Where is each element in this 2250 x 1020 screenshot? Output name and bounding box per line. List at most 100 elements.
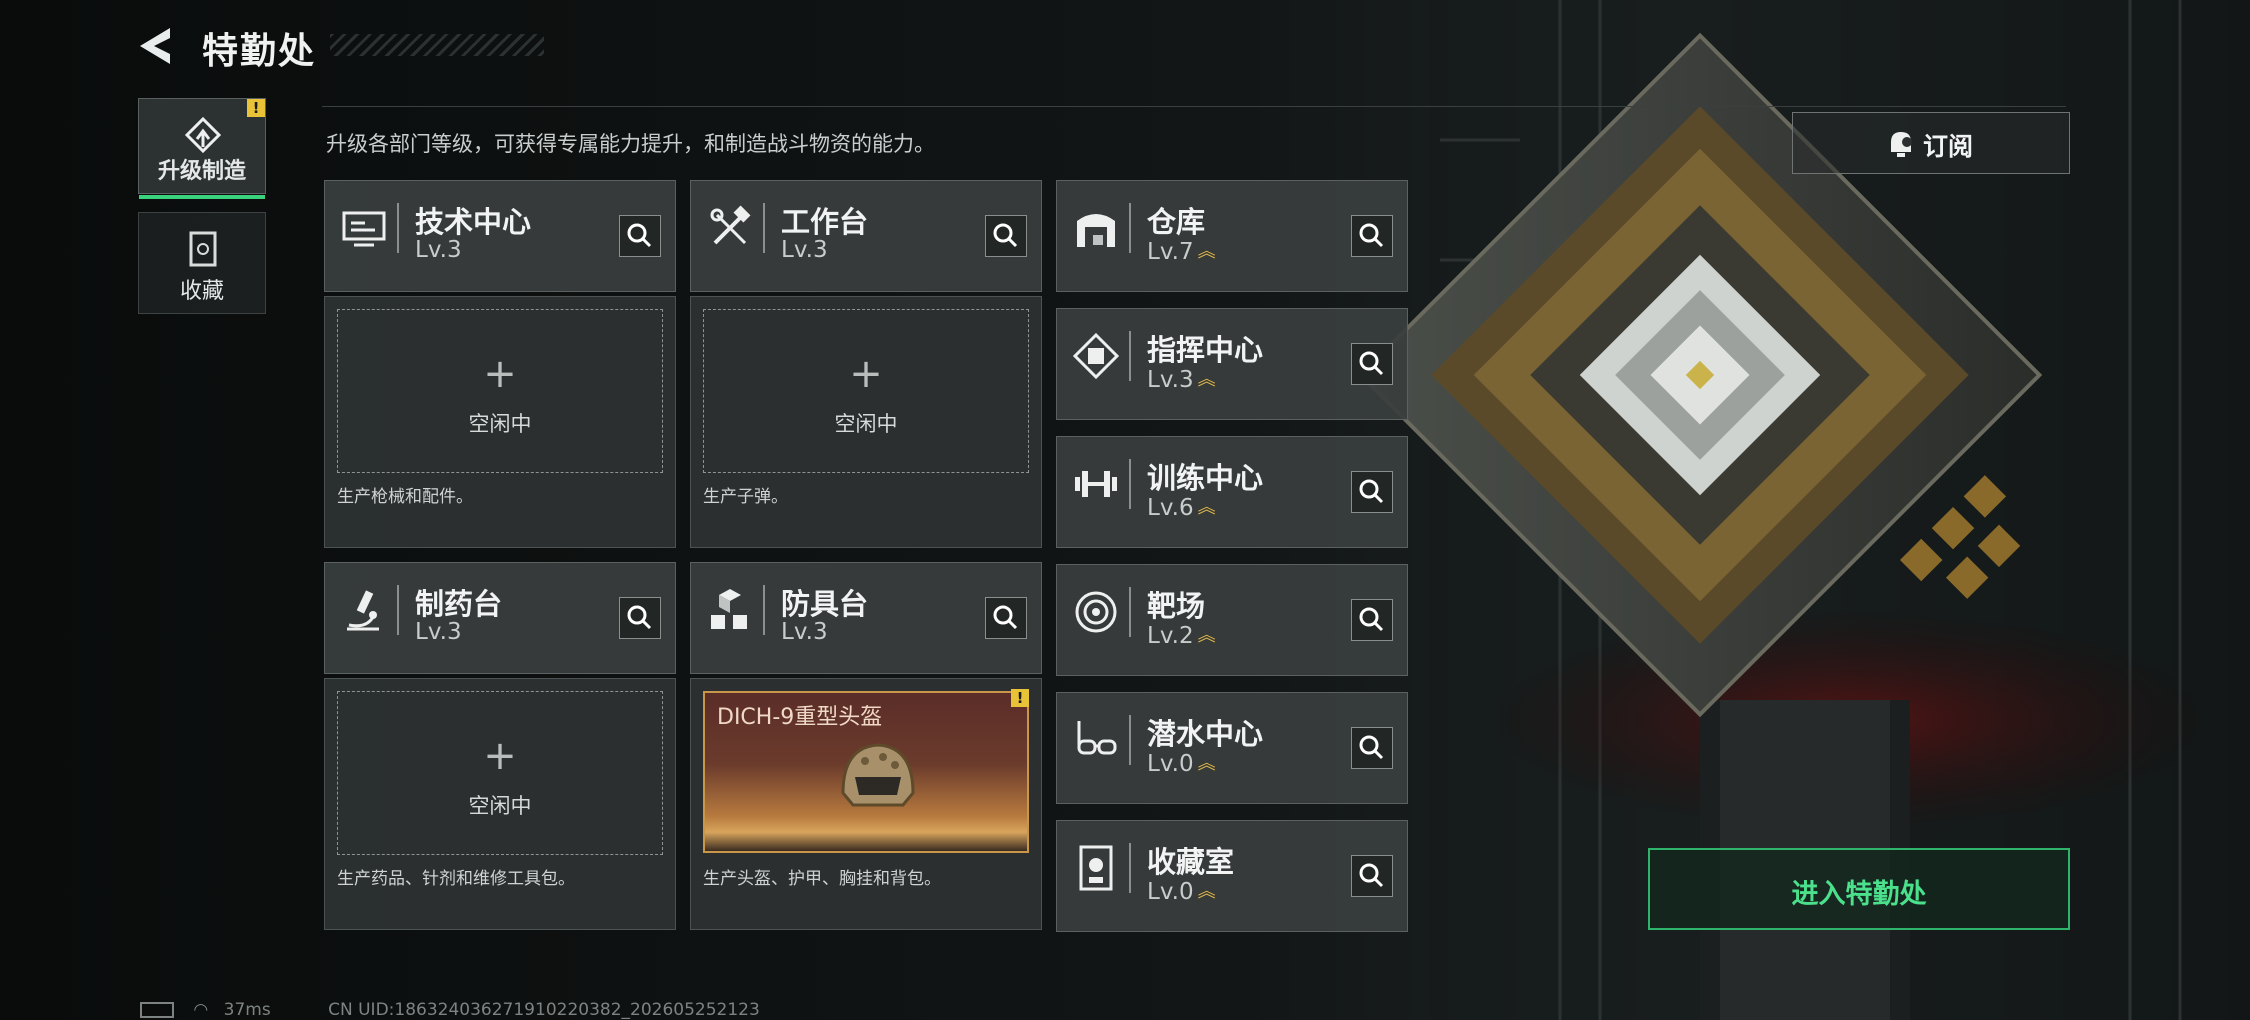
status-bar: ◠ 37ms CN UID:18632403627191022038​2_202… [140, 1000, 760, 1020]
facility-name: 技术中心 [415, 205, 532, 239]
target-icon [1075, 591, 1117, 633]
microscope-icon [347, 590, 379, 631]
production-item-card[interactable]: DICH-9重型头盔 [703, 691, 1029, 853]
enter-special-ops-button[interactable]: 进入特勤处 [1648, 848, 2070, 930]
title-decoration [330, 34, 544, 56]
separator [397, 585, 399, 635]
inspect-button[interactable] [1351, 215, 1393, 257]
add-icon: + [483, 351, 517, 397]
facility-card-tech-center[interactable]: 技术中心 Lv.3 [324, 180, 676, 292]
upgrade-available-icon: ︽ [1197, 497, 1216, 518]
upgrade-craft-icon [184, 117, 222, 154]
facility-card-diving-center[interactable]: 潜水中心 Lv.0 ︽ [1056, 692, 1408, 804]
facility-card-collection-room[interactable]: 收藏室 Lv.0 ︽ [1056, 820, 1408, 932]
inspect-button[interactable] [1351, 599, 1393, 641]
facility-level: Lv.3 [781, 237, 828, 263]
search-icon [993, 223, 1018, 248]
inspect-button[interactable] [985, 597, 1027, 639]
separator [1129, 331, 1131, 381]
slot-caption: 生产药品、针剂和维修工具包。 [337, 869, 575, 889]
warehouse-icon [1077, 214, 1115, 247]
facility-card-warehouse[interactable]: 仓库 Lv.7 ︽ [1056, 180, 1408, 292]
page-title: 特勤处 [202, 31, 317, 72]
facility-level: Lv.3 [415, 237, 462, 263]
facility-name: 收藏室 [1147, 845, 1235, 879]
upgrade-available-icon: ︽ [1197, 369, 1216, 390]
slot-status: 空闲中 [834, 412, 898, 436]
facility-name: 指挥中心 [1147, 333, 1264, 367]
product-name: DICH-9重型头盔 [717, 705, 883, 730]
production-slot[interactable]: + 空闲中 生产子弹。 [690, 296, 1042, 548]
separator [763, 585, 765, 635]
empty-slot-frame[interactable]: + 空闲中 [337, 309, 663, 473]
bell-icon [1891, 132, 1912, 157]
collection-case-icon [189, 231, 217, 267]
separator [1129, 715, 1131, 765]
inspect-button[interactable] [619, 215, 661, 257]
facility-card-shooting-range[interactable]: 靶场 Lv.2 ︽ [1056, 564, 1408, 676]
separator [1129, 843, 1131, 893]
upgrade-available-icon: ︽ [1197, 625, 1216, 646]
production-slot[interactable]: + 空闲中 生产药品、针剂和维修工具包。 [324, 678, 676, 930]
slot-caption: 生产子弹。 [703, 487, 788, 507]
hammer-wrench-icon [710, 205, 751, 245]
command-chip-icon [1072, 332, 1120, 380]
inspect-button[interactable] [985, 215, 1027, 257]
search-icon [993, 605, 1018, 630]
slot-status: 空闲中 [468, 412, 532, 436]
helmet-image [841, 743, 915, 807]
slot-caption: 生产枪械和配件。 [337, 487, 473, 507]
facility-name: 制药台 [415, 587, 503, 621]
facility-card-pharmacy[interactable]: 制药台 Lv.3 [324, 562, 676, 674]
empty-slot-frame[interactable]: + 空闲中 [703, 309, 1029, 473]
production-slot[interactable]: DICH-9重型头盔 ! 生产头盔、护甲、胸挂和背包。 [690, 678, 1042, 930]
facility-name: 靶场 [1147, 589, 1206, 623]
slot-status: 空闲中 [468, 794, 532, 818]
divider [322, 106, 2066, 107]
tab-label: 升级制造 [157, 159, 246, 184]
facility-card-training-center[interactable]: 训练中心 Lv.6 ︽ [1056, 436, 1408, 548]
inspect-button[interactable] [619, 597, 661, 639]
tab-label: 收藏 [179, 279, 224, 304]
inspect-button[interactable] [1351, 343, 1393, 385]
back-button[interactable] [138, 26, 178, 66]
upgrade-available-icon: ︽ [1197, 241, 1216, 262]
monitor-icon [342, 211, 386, 247]
production-slot[interactable]: + 空闲中 生产枪械和配件。 [324, 296, 676, 548]
subscribe-label: 订阅 [1923, 132, 1974, 161]
enter-label: 进入特勤处 [1791, 879, 1927, 910]
tab-upgrade-craft[interactable]: ! 升级制造 [138, 98, 266, 199]
search-icon [627, 223, 652, 248]
facility-name: 潜水中心 [1147, 717, 1264, 751]
diving-goggles-icon [1077, 721, 1117, 755]
facility-level: Lv.6 [1147, 495, 1194, 521]
facility-card-workbench[interactable]: 工作台 Lv.3 [690, 180, 1042, 292]
separator [1129, 203, 1131, 253]
tab-collection[interactable]: 收藏 [138, 212, 266, 314]
page-description: 升级各部门等级，可获得专属能力提升，和制造战斗物资的能力。 [326, 132, 935, 156]
empty-slot-frame[interactable]: + 空闲中 [337, 691, 663, 855]
inspect-button[interactable] [1351, 727, 1393, 769]
search-icon [627, 605, 652, 630]
search-icon [1359, 863, 1384, 888]
search-icon [1359, 351, 1384, 376]
tab-alert-badge: ! [247, 99, 265, 117]
active-tab-indicator [139, 195, 265, 199]
facility-level: Lv.0 [1147, 751, 1194, 777]
facility-card-armor-bench[interactable]: 防具台 Lv.3 [690, 562, 1042, 674]
add-icon: + [849, 351, 883, 397]
upgrade-available-icon: ︽ [1197, 753, 1216, 774]
subscribe-button[interactable]: 订阅 [1792, 112, 2070, 174]
inspect-button[interactable] [1351, 855, 1393, 897]
facility-name: 仓库 [1147, 205, 1206, 239]
search-icon [1359, 223, 1384, 248]
facility-name: 防具台 [781, 587, 869, 621]
production-alert-badge: ! [1011, 689, 1029, 707]
separator [1129, 587, 1131, 637]
separator [397, 203, 399, 253]
search-icon [1359, 735, 1384, 760]
inspect-button[interactable] [1351, 471, 1393, 513]
add-icon: + [483, 733, 517, 779]
facility-card-command-center[interactable]: 指挥中心 Lv.3 ︽ [1056, 308, 1408, 420]
dumbbell-icon [1075, 471, 1117, 497]
